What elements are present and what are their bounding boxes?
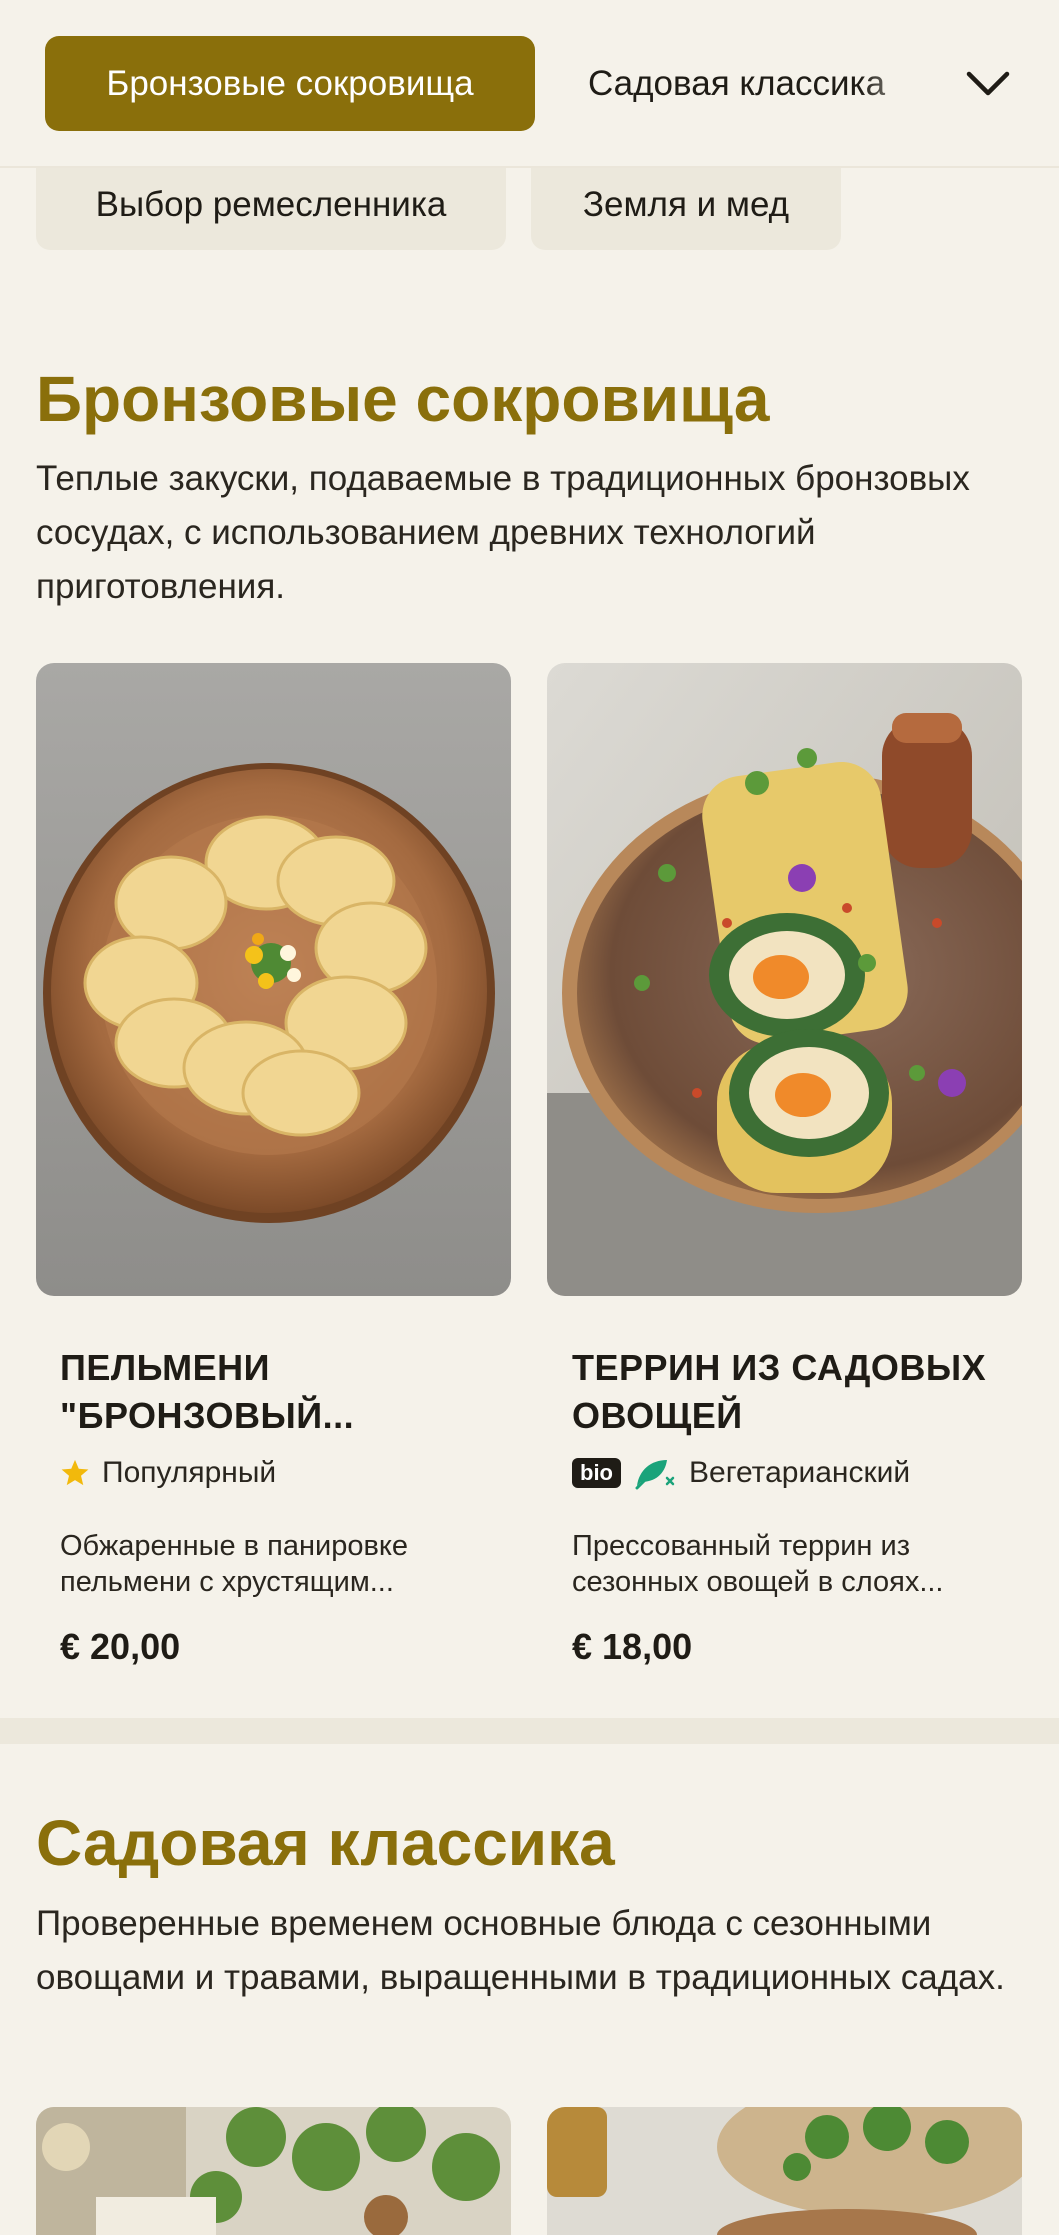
dish-tags: bio Вегетарианский: [572, 1456, 910, 1490]
category-nav: Бронзовые сокровища Садовая классика: [0, 0, 1059, 168]
dish-description: Обжаренные в панировке пельмени с хрустя…: [60, 1530, 408, 1598]
categories-dropdown-button[interactable]: [940, 46, 1035, 121]
section-description: Проверенные временем основные блюда с се…: [36, 1904, 1005, 1997]
leaf-icon: [635, 1460, 675, 1490]
dish-name: ТЕРРИН ИЗ САДОВЫХ ОВОЩЕЙ: [572, 1347, 987, 1436]
dish-image: [36, 2107, 511, 2235]
dish-name: ПЕЛЬМЕНИ "БРОНЗОВЫЙ...: [60, 1347, 355, 1436]
category-chip-label: Бронзовые сокровища: [106, 63, 474, 103]
tag-label: Популярный: [102, 1456, 277, 1489]
section-divider: [0, 1718, 1059, 1744]
category-chip-bronze-treasures[interactable]: Бронзовые сокровища: [45, 36, 535, 131]
dish-tags: Популярный: [60, 1456, 276, 1490]
tag-label: Вегетарианский: [689, 1456, 911, 1489]
section-title: Садовая классика: [36, 1807, 615, 1879]
dish-image: [547, 2107, 1022, 2235]
dish-price: € 20,00: [60, 1626, 181, 1667]
category-chip-label: Земля и мед: [582, 185, 790, 224]
chevron-down-icon: [966, 71, 1009, 95]
dish-image: [36, 663, 511, 1296]
star-icon: [61, 1459, 89, 1486]
section-description: Теплые закуски, подаваемые в традиционны…: [36, 459, 970, 606]
dish-price: € 18,00: [572, 1626, 693, 1667]
scroll-fade: [860, 36, 940, 131]
dish-image: [547, 663, 1022, 1296]
category-chip-label: Выбор ремесленника: [95, 185, 447, 224]
category-chip-label: Садовая классика: [588, 63, 886, 103]
section-title: Бронзовые сокровища: [36, 363, 770, 435]
dish-description: Прессованный террин из сезонных овощей в…: [572, 1530, 944, 1598]
bio-badge: bio: [572, 1458, 621, 1488]
